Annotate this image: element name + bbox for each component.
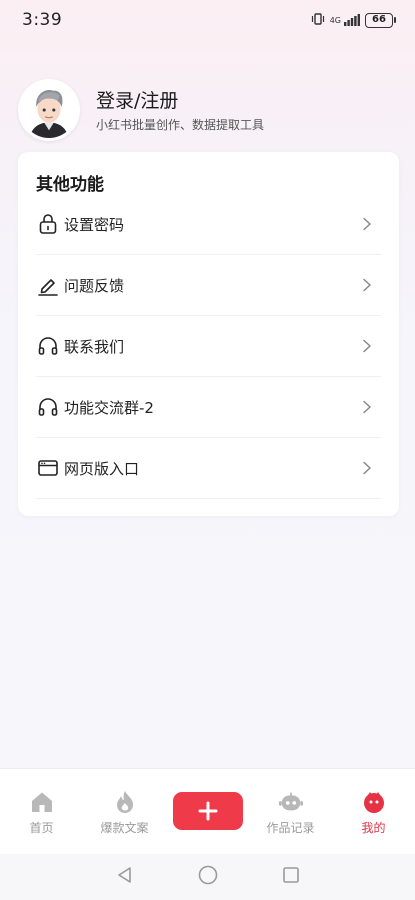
back-icon[interactable] bbox=[115, 865, 135, 889]
system-nav-bar bbox=[0, 854, 415, 900]
plus-icon bbox=[198, 801, 217, 821]
edit-icon bbox=[36, 273, 60, 297]
bottom-tab-bar: 首页 爆款文案 作品记录 我的 bbox=[0, 768, 415, 854]
menu-item-web-entry[interactable]: 网页版入口 bbox=[36, 438, 381, 499]
tab-label: 首页 bbox=[29, 821, 54, 835]
menu-item-label: 网页版入口 bbox=[64, 459, 140, 478]
vibrate-icon bbox=[311, 11, 325, 30]
fire-icon bbox=[112, 789, 138, 815]
profile-header[interactable]: 登录/注册 小红书批量创作、数据提取工具 bbox=[18, 78, 398, 142]
status-bar: 3:39 4G 66 bbox=[0, 0, 415, 40]
robot-icon bbox=[278, 789, 304, 815]
menu-item-contact-us[interactable]: 联系我们 bbox=[36, 316, 381, 377]
login-register-link[interactable]: 登录/注册 bbox=[96, 88, 264, 114]
other-features-card: 其他功能 设置密码 问题反馈 联系我们 功能交流群-2 网页版入口 bbox=[18, 152, 399, 516]
headphones-icon bbox=[36, 334, 60, 358]
menu-item-label: 问题反馈 bbox=[64, 276, 125, 295]
profile-subtitle: 小红书批量创作、数据提取工具 bbox=[96, 117, 265, 132]
home-icon bbox=[29, 789, 55, 815]
chevron-right-icon bbox=[359, 216, 375, 232]
avatar-icon bbox=[21, 82, 77, 138]
signal-icon bbox=[344, 11, 360, 30]
home-circle-icon[interactable] bbox=[197, 864, 219, 890]
menu-item-label: 功能交流群-2 bbox=[64, 398, 154, 417]
mascot-icon bbox=[361, 789, 387, 815]
tab-label: 作品记录 bbox=[266, 821, 315, 835]
chevron-right-icon bbox=[359, 460, 375, 476]
tab-create[interactable] bbox=[168, 789, 248, 830]
menu-item-community-group[interactable]: 功能交流群-2 bbox=[36, 377, 381, 438]
menu-item-set-password[interactable]: 设置密码 bbox=[36, 194, 381, 255]
lock-icon bbox=[36, 212, 60, 236]
tab-works-record[interactable]: 作品记录 bbox=[251, 789, 331, 836]
chevron-right-icon bbox=[359, 277, 375, 293]
menu-item-label: 联系我们 bbox=[64, 337, 125, 356]
battery-indicator: 66 bbox=[365, 12, 396, 28]
create-button[interactable] bbox=[172, 792, 243, 830]
chevron-right-icon bbox=[359, 338, 375, 354]
avatar[interactable] bbox=[18, 79, 80, 141]
status-icons: 4G 66 bbox=[311, 11, 396, 30]
tab-label: 我的 bbox=[361, 821, 386, 835]
card-title: 其他功能 bbox=[36, 175, 104, 195]
tab-mine[interactable]: 我的 bbox=[334, 789, 414, 836]
chevron-right-icon bbox=[359, 399, 375, 415]
browser-window-icon bbox=[36, 456, 60, 480]
status-time: 3:39 bbox=[22, 10, 63, 30]
network-type: 4G bbox=[329, 15, 341, 25]
tab-home[interactable]: 首页 bbox=[2, 789, 82, 836]
recent-apps-icon[interactable] bbox=[281, 865, 301, 889]
menu-item-feedback[interactable]: 问题反馈 bbox=[36, 255, 381, 316]
features-menu: 设置密码 问题反馈 联系我们 功能交流群-2 网页版入口 bbox=[36, 194, 381, 499]
tab-viral-copy[interactable]: 爆款文案 bbox=[85, 789, 165, 836]
headphones-icon bbox=[36, 395, 60, 419]
menu-item-label: 设置密码 bbox=[64, 215, 125, 234]
tab-label: 爆款文案 bbox=[100, 821, 149, 835]
